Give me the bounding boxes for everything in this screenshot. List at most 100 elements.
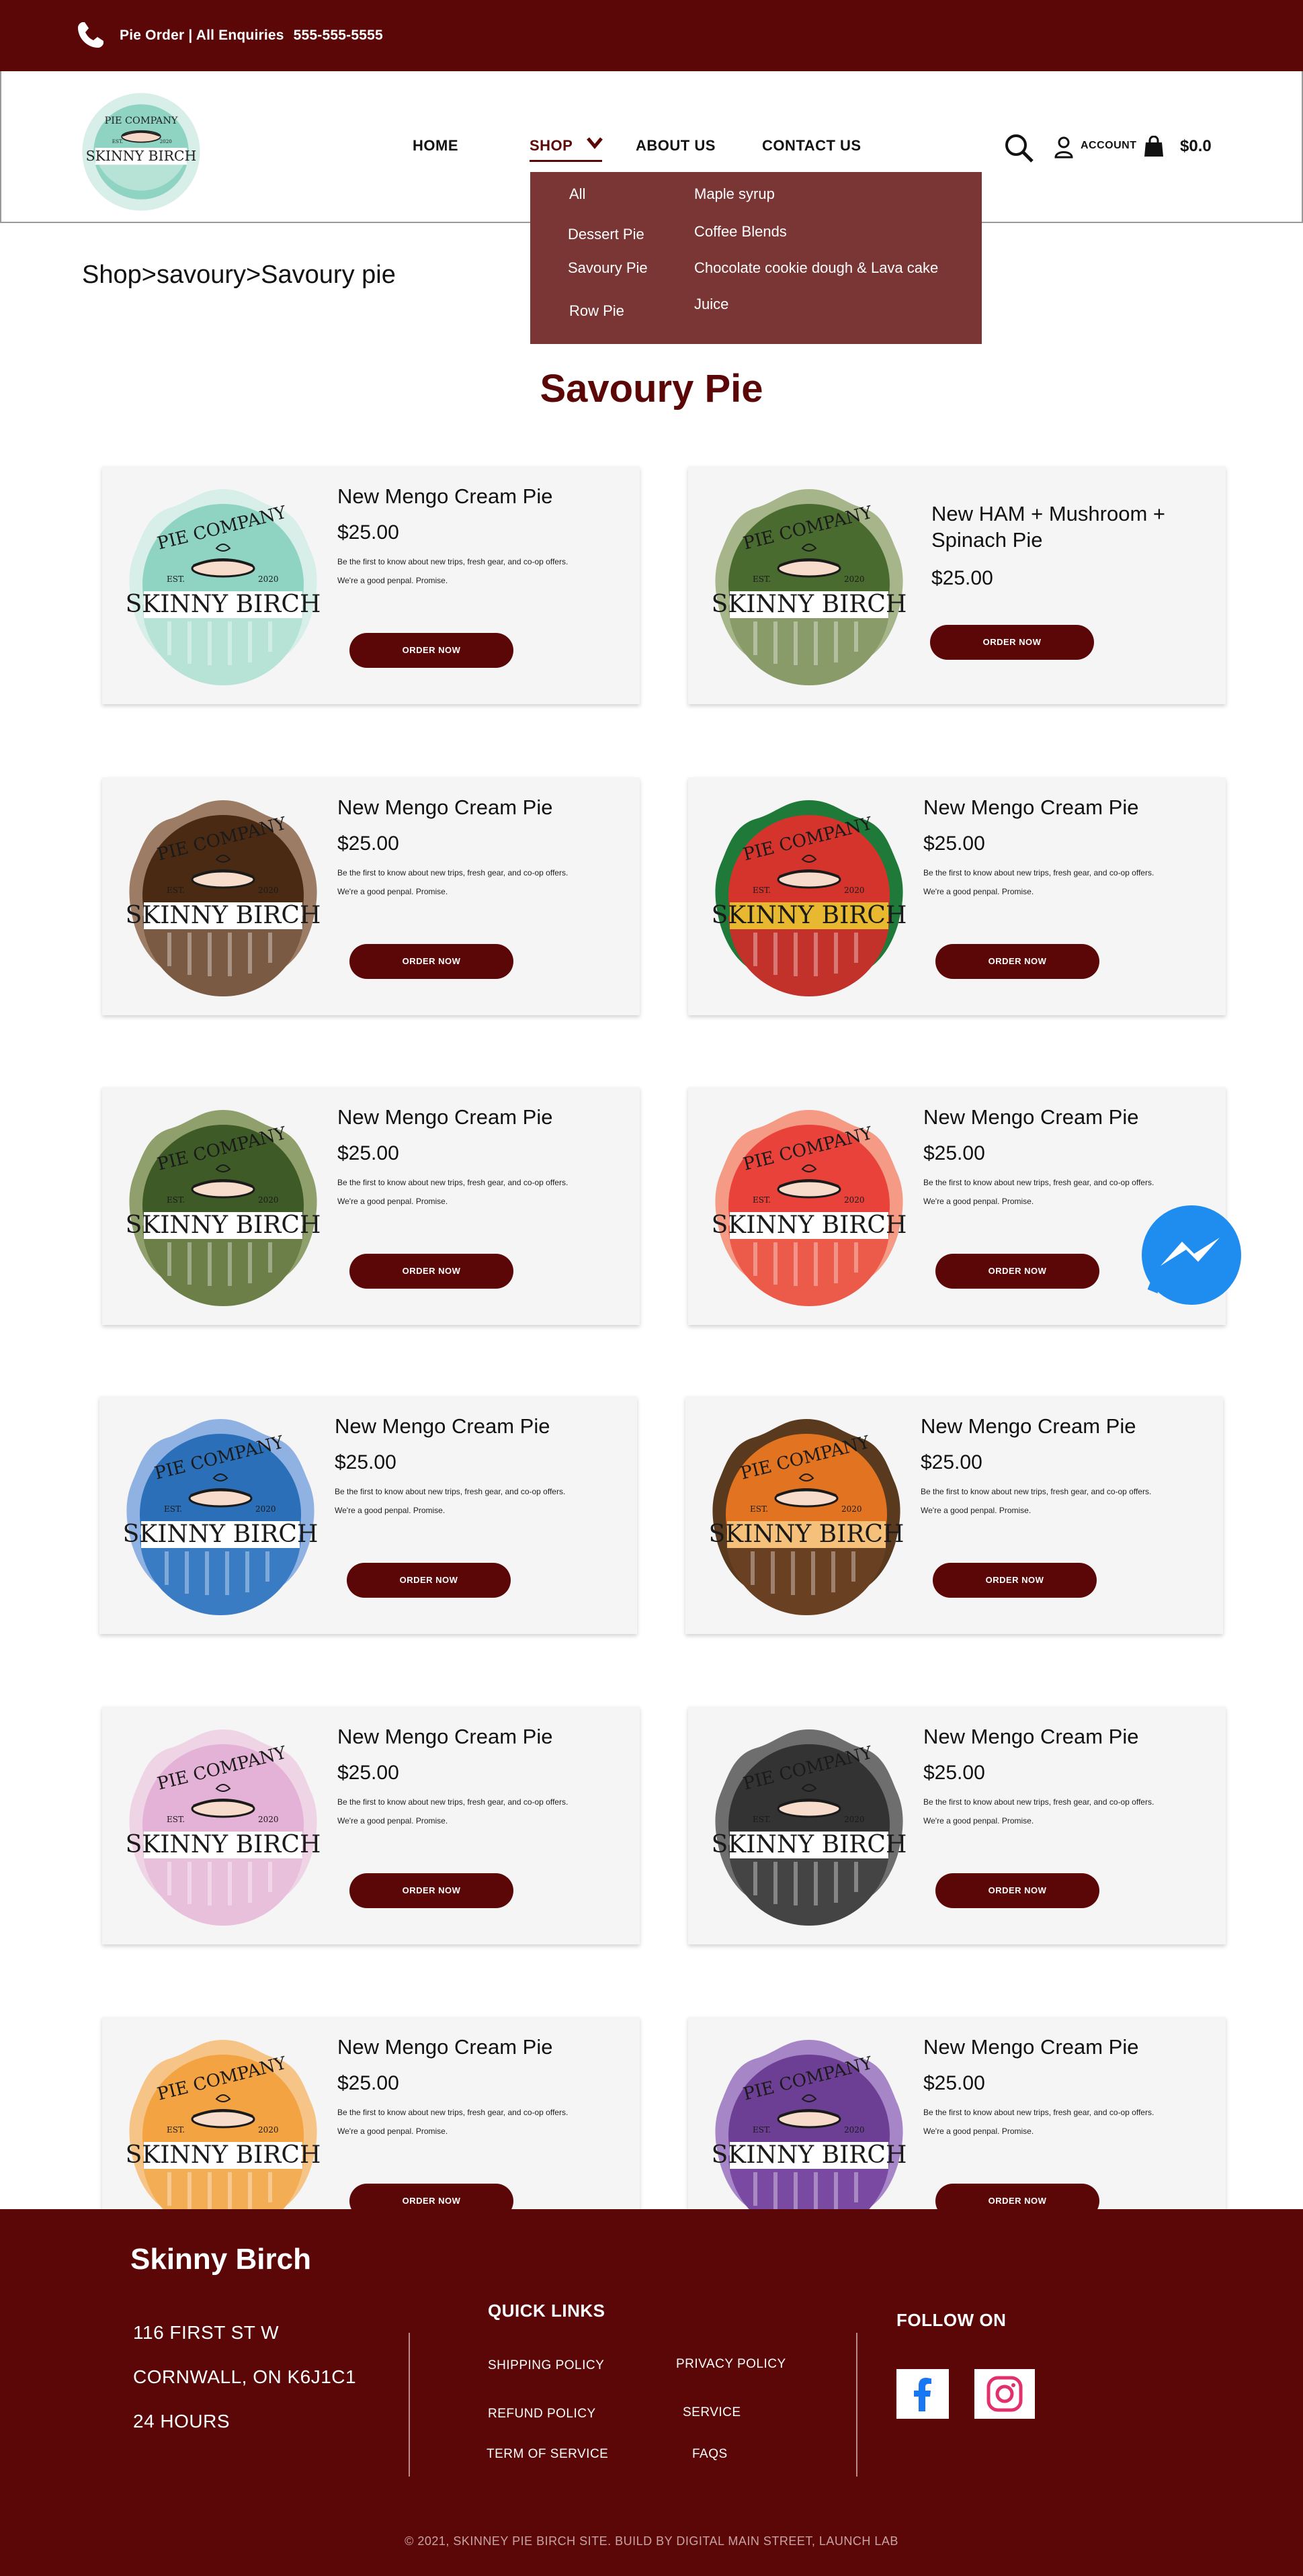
svg-text:EST.: EST. (750, 1504, 768, 1514)
product-price: $25.00 (923, 1142, 985, 1164)
product-description: Be the first to know about new trips, fr… (921, 1487, 1152, 1515)
logo-name: SKINNY BIRCH (86, 148, 197, 164)
instagram-link[interactable] (974, 2369, 1035, 2419)
user-icon[interactable] (1054, 136, 1074, 159)
messenger-icon[interactable] (1140, 1204, 1243, 1306)
product-card[interactable]: SKINNY BIRCH PIE COMPANY EST. 2020 New M… (688, 1707, 1226, 1944)
product-name[interactable]: New Mengo Cream Pie (335, 1414, 603, 1440)
logo-company: PIE COMPANY (105, 116, 178, 126)
svg-text:2020: 2020 (258, 1815, 279, 1824)
product-name[interactable]: New Mengo Cream Pie (923, 1724, 1192, 1750)
nav-shop[interactable]: SHOP (530, 137, 603, 162)
nav-home[interactable]: HOME (413, 137, 458, 155)
page-title: Savoury Pie (540, 367, 763, 411)
svg-text:SKINNY BIRCH: SKINNY BIRCH (123, 1520, 319, 1548)
dropdown-item-coffee-blends[interactable]: Coffee Blends (694, 223, 787, 241)
svg-text:EST.: EST. (112, 138, 123, 144)
svg-text:2020: 2020 (255, 1504, 276, 1514)
product-name[interactable]: New Mengo Cream Pie (923, 795, 1192, 821)
svg-text:2020: 2020 (844, 1815, 865, 1824)
svg-text:EST.: EST. (753, 1195, 771, 1205)
product-description: Be the first to know about new trips, fr… (923, 868, 1154, 896)
footer-link-refund-policy[interactable]: REFUND POLICY (488, 2407, 596, 2421)
footer-link-privacy-policy[interactable]: PRIVACY POLICY (676, 2357, 786, 2372)
product-name[interactable]: New Mengo Cream Pie (337, 795, 606, 821)
svg-text:SKINNY BIRCH: SKINNY BIRCH (126, 591, 321, 618)
dropdown-item-chocolate-cookie-dough[interactable]: Chocolate cookie dough & Lava cake (694, 259, 938, 277)
order-now-button[interactable]: ORDER NOW (935, 944, 1099, 979)
order-now-button[interactable]: ORDER NOW (933, 1563, 1097, 1598)
dropdown-item-all[interactable]: All (569, 185, 585, 203)
order-now-button[interactable]: ORDER NOW (349, 1254, 513, 1289)
product-logo-image: SKINNY BIRCH PIE COMPANY EST. 2020 (126, 800, 321, 996)
product-name[interactable]: New Mengo Cream Pie (337, 1105, 606, 1131)
dropdown-item-maple-syrup[interactable]: Maple syrup (694, 185, 775, 203)
svg-text:2020: 2020 (844, 2125, 865, 2135)
instagram-icon[interactable] (986, 2375, 1023, 2413)
product-name[interactable]: New Mengo Cream Pie (337, 1724, 606, 1750)
order-now-button[interactable]: ORDER NOW (349, 633, 513, 668)
facebook-link[interactable] (896, 2369, 949, 2419)
search-icon[interactable] (1003, 132, 1035, 164)
svg-text:EST.: EST. (167, 2125, 185, 2135)
product-logo-image: SKINNY BIRCH PIE COMPANY EST. 2020 (712, 489, 907, 685)
dropdown-item-savoury-pie[interactable]: Savoury Pie (568, 259, 648, 277)
product-card[interactable]: SKINNY BIRCH PIE COMPANY EST. 2020 New M… (102, 1707, 640, 1944)
product-name[interactable]: New Mengo Cream Pie (923, 1105, 1192, 1131)
product-description: Be the first to know about new trips, fr… (923, 1797, 1154, 1826)
product-card[interactable]: SKINNY BIRCH PIE COMPANY EST. 2020 New M… (688, 777, 1226, 1015)
svg-text:2020: 2020 (258, 886, 279, 895)
product-name[interactable]: New Mengo Cream Pie (337, 2034, 606, 2061)
product-card[interactable]: SKINNY BIRCH PIE COMPANY EST. 2020 New M… (685, 1396, 1223, 1634)
product-card[interactable]: SKINNY BIRCH PIE COMPANY EST. 2020 New M… (99, 1396, 637, 1634)
product-card[interactable]: SKINNY BIRCH PIE COMPANY EST. 2020 New M… (102, 777, 640, 1015)
order-now-button[interactable]: ORDER NOW (935, 1873, 1099, 1908)
product-card[interactable]: SKINNY BIRCH PIE COMPANY EST. 2020 New M… (102, 466, 640, 704)
product-card[interactable]: SKINNY BIRCH PIE COMPANY EST. 2020 New H… (688, 466, 1226, 704)
nav-about[interactable]: ABOUT US (636, 137, 716, 155)
product-description: Be the first to know about new trips, fr… (337, 557, 569, 585)
site-logo[interactable]: SKINNY BIRCH PIE COMPANY EST. 2020 (81, 91, 202, 212)
product-logo-image: SKINNY BIRCH PIE COMPANY EST. 2020 (712, 1110, 907, 1306)
svg-text:2020: 2020 (258, 574, 279, 584)
account-link[interactable]: ACCOUNT (1081, 140, 1137, 152)
product-logo-image: SKINNY BIRCH PIE COMPANY EST. 2020 (123, 1419, 319, 1615)
shopping-bag-icon[interactable] (1144, 136, 1164, 157)
facebook-icon[interactable] (909, 2376, 936, 2411)
svg-text:EST.: EST. (167, 1815, 185, 1824)
phone-icon (74, 19, 106, 52)
copyright: © 2021, SKINNEY PIE BIRCH SITE. BUILD BY… (405, 2534, 898, 2548)
topbar-phone[interactable]: 555-555-5555 (294, 28, 383, 43)
product-name[interactable]: New Mengo Cream Pie (923, 2034, 1192, 2061)
footer-link-shipping-policy[interactable]: SHIPPING POLICY (488, 2358, 604, 2373)
svg-text:EST.: EST. (167, 574, 185, 584)
breadcrumb[interactable]: Shop>savoury>Savoury pie (82, 261, 396, 290)
dropdown-item-dessert-pie[interactable]: Dessert Pie (568, 226, 644, 243)
product-card[interactable]: SKINNY BIRCH PIE COMPANY EST. 2020 New M… (102, 1087, 640, 1325)
chevron-down-icon[interactable] (585, 134, 605, 152)
product-price: $25.00 (931, 567, 993, 589)
dropdown-item-row-pie[interactable]: Row Pie (569, 302, 624, 320)
nav-contact[interactable]: CONTACT US (762, 137, 861, 155)
svg-text:SKINNY BIRCH: SKINNY BIRCH (126, 902, 321, 929)
order-now-button[interactable]: ORDER NOW (935, 1254, 1099, 1289)
product-name[interactable]: New Mengo Cream Pie (921, 1414, 1189, 1440)
order-now-button[interactable]: ORDER NOW (930, 625, 1094, 660)
footer-link-service[interactable]: SERVICE (683, 2405, 741, 2420)
svg-text:2020: 2020 (841, 1504, 862, 1514)
dropdown-item-juice[interactable]: Juice (694, 296, 728, 313)
order-now-button[interactable]: ORDER NOW (349, 944, 513, 979)
order-now-button[interactable]: ORDER NOW (349, 1873, 513, 1908)
cart-total[interactable]: $0.0 (1180, 137, 1212, 156)
svg-text:2020: 2020 (844, 1195, 865, 1205)
order-now-button[interactable]: ORDER NOW (347, 1563, 511, 1598)
product-logo-image: SKINNY BIRCH PIE COMPANY EST. 2020 (126, 1110, 321, 1306)
footer-link-faqs[interactable]: FAQS (692, 2447, 728, 2462)
product-name[interactable]: New Mengo Cream Pie (337, 484, 606, 510)
product-name[interactable]: New HAM + Mushroom + Spinach Pie (931, 501, 1200, 554)
footer-hours: 24 HOURS (133, 2411, 230, 2432)
product-price: $25.00 (337, 1762, 399, 1784)
svg-text:2020: 2020 (258, 2125, 279, 2135)
topbar-enquiries: Pie Order | All Enquiries 555-555-5555 (120, 28, 383, 43)
footer-link-term-of-service[interactable]: TERM OF SERVICE (487, 2447, 608, 2462)
